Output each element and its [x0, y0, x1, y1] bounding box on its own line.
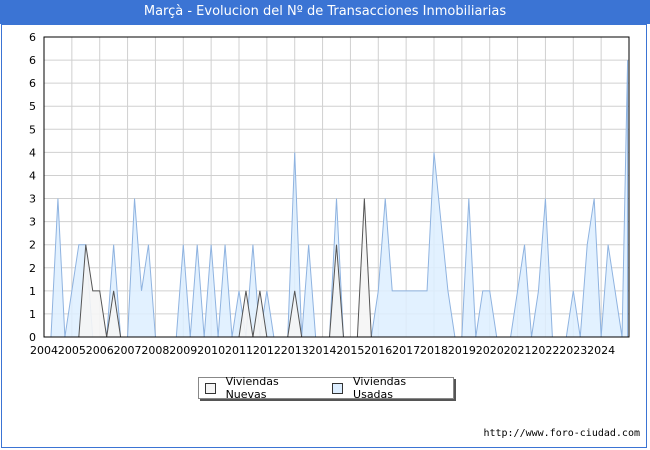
- x-tick-label: 2016: [364, 344, 392, 357]
- x-tick-label: 2024: [587, 344, 615, 357]
- x-tick-label: 2004: [30, 344, 58, 357]
- legend: Viviendas Nuevas Viviendas Usadas: [198, 375, 454, 401]
- x-tick-label: 2014: [309, 344, 337, 357]
- x-tick-label: 2008: [141, 344, 169, 357]
- legend-item-nuevas: Viviendas Nuevas: [205, 375, 318, 401]
- x-tick-label: 2011: [225, 344, 253, 357]
- x-tick-label: 2023: [559, 344, 587, 357]
- y-tick-label: 6: [29, 54, 36, 67]
- y-tick-label: 3: [29, 193, 36, 206]
- x-tick-label: 2018: [420, 344, 448, 357]
- y-tick-label: 0: [29, 331, 36, 344]
- y-tick-label: 4: [29, 169, 36, 182]
- y-tick-label: 6: [29, 77, 36, 90]
- x-tick-label: 2012: [253, 344, 281, 357]
- x-tick-label: 2005: [58, 344, 86, 357]
- y-tick-label: 3: [29, 216, 36, 229]
- x-tick-label: 2013: [281, 344, 309, 357]
- x-tick-label: 2006: [86, 344, 114, 357]
- x-tick-label: 2022: [531, 344, 559, 357]
- y-tick-label: 1: [29, 285, 36, 298]
- legend-label-usadas: Viviendas Usadas: [353, 375, 407, 401]
- x-tick-label: 2007: [114, 344, 142, 357]
- x-tick-label: 2020: [476, 344, 504, 357]
- legend-swatch-nuevas: [205, 382, 216, 394]
- source-url: http://www.foro-ciudad.com: [483, 428, 640, 439]
- x-tick-label: 2021: [504, 344, 532, 357]
- legend-item-usadas: Viviendas Usadas: [332, 375, 445, 401]
- x-tick-label: 2019: [448, 344, 476, 357]
- x-tick-label: 2017: [392, 344, 420, 357]
- y-tick-label: 6: [29, 31, 36, 44]
- y-tick-label: 4: [29, 146, 36, 159]
- y-tick-label: 2: [29, 262, 36, 275]
- x-tick-label: 2010: [197, 344, 225, 357]
- x-tick-label: 2009: [169, 344, 197, 357]
- y-tick-label: 1: [29, 308, 36, 321]
- y-tick-label: 5: [29, 100, 36, 113]
- legend-label-nuevas: Viviendas Nuevas: [225, 375, 279, 401]
- legend-swatch-usadas: [332, 382, 344, 394]
- x-tick-label: 2015: [336, 344, 364, 357]
- y-tick-label: 5: [29, 123, 36, 136]
- y-tick-label: 2: [29, 239, 36, 252]
